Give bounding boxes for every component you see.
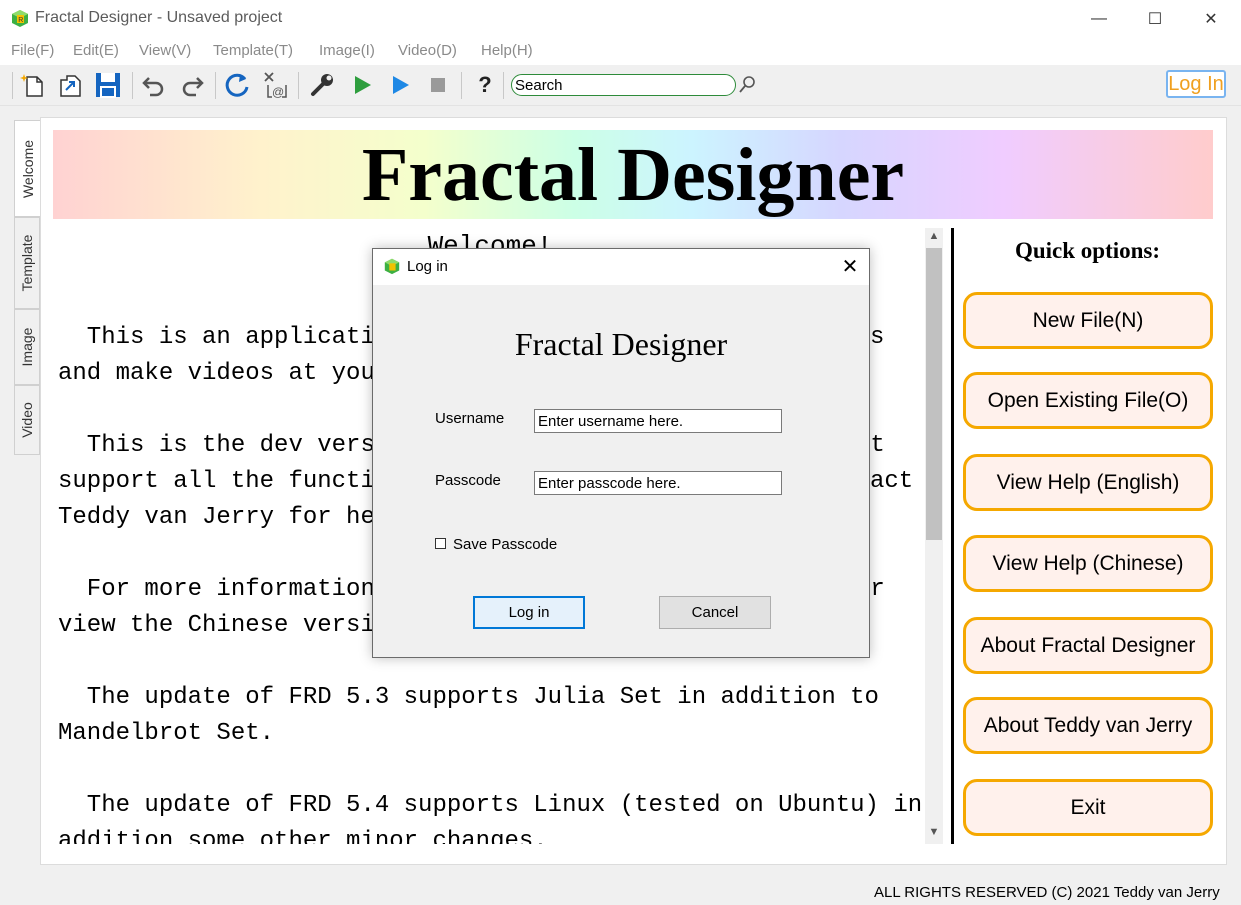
menu-template[interactable]: Template(T) [213, 42, 293, 59]
toolbar-grip [12, 72, 13, 99]
help-english-button[interactable]: View Help (English) [963, 454, 1213, 511]
login-button[interactable]: Log In [1166, 70, 1226, 98]
toolbar-separator [215, 72, 216, 99]
copyright-footer: ALL RIGHTS RESERVED (C) 2021 Teddy van J… [874, 884, 1220, 901]
svg-text:R: R [18, 17, 23, 24]
welcome-line: and make videos at you [58, 360, 375, 387]
search-icon[interactable] [737, 74, 757, 96]
about-fractal-designer-button[interactable]: About Fractal Designer [963, 617, 1213, 674]
welcome-line: addition some other minor changes. [58, 828, 548, 844]
login-dialog [372, 248, 870, 658]
toolbar-separator [132, 72, 133, 99]
maximize-button[interactable]: ☐ [1125, 0, 1185, 37]
settings-wrench-icon[interactable] [307, 70, 337, 100]
welcome-line: This is the dev vers [58, 432, 375, 459]
welcome-line: For more information [58, 576, 375, 603]
window-title: Fractal Designer - Unsaved project [35, 9, 283, 26]
tab-welcome-label: Welcome [19, 139, 36, 198]
tab-video[interactable]: Video [14, 385, 40, 455]
welcome-line-fragment: s [870, 324, 885, 351]
new-file-button[interactable]: New File(N) [963, 292, 1213, 349]
welcome-line: This is an applicati [58, 324, 375, 351]
dialog-title: Log in [407, 258, 448, 275]
dialog-app-icon [383, 257, 401, 275]
refresh-icon[interactable] [222, 70, 252, 100]
save-icon[interactable] [93, 70, 123, 100]
save-passcode-label[interactable]: Save Passcode [453, 536, 557, 553]
search-input[interactable] [511, 74, 736, 96]
passcode-field[interactable] [534, 471, 782, 495]
scroll-down-icon[interactable]: ▼ [926, 826, 942, 840]
menu-file[interactable]: File(F) [11, 42, 54, 59]
banner-title: Fractal Designer [361, 133, 905, 217]
quick-options-title: Quick options: [1014, 238, 1161, 263]
menu-edit[interactable]: Edit(E) [73, 42, 119, 59]
toolbar-separator [461, 72, 462, 99]
about-author-button[interactable]: About Teddy van Jerry [963, 697, 1213, 754]
dialog-heading: Fractal Designer [514, 326, 728, 362]
minimize-button[interactable]: — [1069, 0, 1129, 37]
toolbar-separator [298, 72, 299, 99]
save-passcode-checkbox[interactable] [435, 538, 446, 549]
passcode-label: Passcode [435, 472, 501, 489]
welcome-line: Mandelbrot Set. [58, 720, 275, 747]
play-green-icon[interactable] [347, 70, 377, 100]
help-icon[interactable]: ? [470, 70, 500, 100]
username-label: Username [435, 410, 505, 427]
username-field[interactable] [534, 409, 782, 433]
tab-video-label: Video [19, 402, 35, 438]
svg-text:@: @ [272, 85, 284, 99]
redo-icon[interactable] [177, 70, 207, 100]
menu-image[interactable]: Image(I) [319, 42, 375, 59]
help-chinese-button[interactable]: View Help (Chinese) [963, 535, 1213, 592]
menu-view[interactable]: View(V) [139, 42, 191, 59]
tab-template-label: Template [19, 234, 35, 292]
close-window-button[interactable]: ✕ [1181, 0, 1241, 37]
tab-image-label: Image [19, 327, 35, 367]
dialog-login-button[interactable]: Log in [473, 596, 585, 629]
export-icon[interactable] [55, 70, 85, 100]
scroll-up-icon[interactable]: ▲ [926, 230, 942, 244]
welcome-line: Teddy van Jerry for he [58, 504, 375, 531]
new-file-icon[interactable] [17, 70, 47, 100]
panel-divider [951, 228, 954, 844]
tab-template[interactable]: Template [14, 217, 40, 309]
stop-icon[interactable] [423, 70, 453, 100]
dialog-cancel-button[interactable]: Cancel [659, 596, 771, 629]
welcome-line: The update of FRD 5.3 supports Julia Set… [58, 684, 879, 711]
open-file-button[interactable]: Open Existing File(O) [963, 372, 1213, 429]
clear-icon[interactable]: @ [262, 70, 292, 100]
menu-help[interactable]: Help(H) [481, 42, 533, 59]
exit-button[interactable]: Exit [963, 779, 1213, 836]
undo-icon[interactable] [139, 70, 169, 100]
menu-video[interactable]: Video(D) [398, 42, 457, 59]
welcome-line: support all the functi [58, 468, 375, 495]
welcome-line: view the Chinese versi [58, 612, 375, 639]
welcome-line-fragment: act [870, 468, 914, 495]
dialog-close-icon[interactable]: ✕ [836, 252, 864, 280]
tab-welcome[interactable]: Welcome [14, 120, 40, 217]
welcome-line: The update of FRD 5.4 supports Linux (te… [58, 792, 922, 819]
app-logo-icon: R [10, 8, 30, 28]
scroll-thumb[interactable] [926, 248, 942, 540]
play-blue-icon[interactable] [385, 70, 415, 100]
tab-image[interactable]: Image [14, 309, 40, 385]
toolbar-separator [503, 72, 504, 99]
